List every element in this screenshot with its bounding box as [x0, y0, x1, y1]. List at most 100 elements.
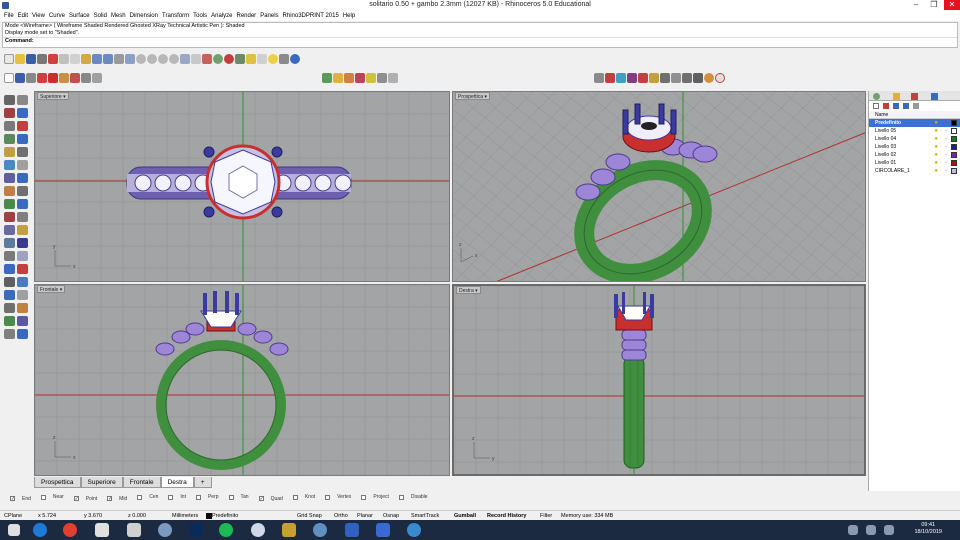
tool-icon[interactable]: [17, 264, 28, 274]
layer-lock-icon[interactable]: ▫: [945, 119, 947, 127]
tool-icon[interactable]: [17, 108, 28, 118]
tool-icon[interactable]: [4, 225, 15, 235]
tools-icon[interactable]: [81, 73, 91, 83]
help-icon[interactable]: [290, 54, 300, 64]
viewport-label-front[interactable]: Frontale ▾: [37, 285, 66, 293]
menu-file[interactable]: File: [4, 11, 14, 21]
menu-render[interactable]: Render: [237, 11, 257, 21]
osnap-checkbox[interactable]: [40, 494, 46, 500]
pan-icon[interactable]: [114, 54, 124, 64]
save-icon[interactable]: [15, 73, 25, 83]
layer-visibility-bulb-icon[interactable]: ●: [934, 127, 938, 135]
osnap-checkbox[interactable]: [325, 494, 331, 500]
menu-tools[interactable]: Tools: [193, 11, 207, 21]
layer-row[interactable]: Livello 03 ● ▫: [869, 143, 960, 151]
rotate-view-icon[interactable]: [125, 54, 135, 64]
import-icon[interactable]: [48, 54, 58, 64]
layer-color-swatch[interactable]: [951, 128, 957, 134]
osnap-perp[interactable]: Perp: [191, 491, 219, 503]
layer-color-swatch[interactable]: [951, 160, 957, 166]
layer-lock-icon[interactable]: ▫: [945, 135, 947, 143]
app-icon[interactable]: [407, 523, 421, 537]
layer-row[interactable]: Livello 04 ● ▫: [869, 135, 960, 143]
osnap-checkbox[interactable]: [168, 494, 174, 500]
minimize-button[interactable]: –: [908, 0, 924, 10]
tool-icon[interactable]: [4, 173, 15, 183]
menu-solid[interactable]: Solid: [94, 11, 107, 21]
tab-destra[interactable]: Destra: [160, 477, 194, 488]
layer-visibility-bulb-icon[interactable]: ●: [934, 151, 938, 159]
light-icon[interactable]: [388, 73, 398, 83]
menu-transform[interactable]: Transform: [162, 11, 189, 21]
menu-analyze[interactable]: Analyze: [211, 11, 232, 21]
network-icon[interactable]: [866, 525, 876, 535]
help-tab-icon[interactable]: [931, 93, 938, 100]
photoshop-icon[interactable]: [189, 523, 203, 537]
printer-icon[interactable]: [693, 73, 703, 83]
tool-icon[interactable]: [4, 316, 15, 326]
mesh-icon[interactable]: [671, 73, 681, 83]
tool-icon[interactable]: [4, 95, 15, 105]
layer-row[interactable]: Predefinito ● ▫: [869, 119, 960, 127]
osnap-int[interactable]: Int: [163, 491, 186, 503]
osnap-checkbox[interactable]: ✓: [258, 496, 264, 502]
layer-color-swatch[interactable]: [951, 168, 957, 174]
menu-curve[interactable]: Curve: [49, 11, 65, 21]
lights-icon[interactable]: [268, 54, 278, 64]
layer-row[interactable]: Livello 05 ● ▫: [869, 127, 960, 135]
camera-icon[interactable]: [682, 73, 692, 83]
material-icon[interactable]: [377, 73, 387, 83]
four-views-icon[interactable]: [180, 54, 190, 64]
tool-icon[interactable]: [17, 95, 28, 105]
layer-visibility-bulb-icon[interactable]: ●: [934, 143, 938, 151]
osnap-cen[interactable]: Cen: [132, 491, 158, 503]
notification-icon[interactable]: [848, 525, 858, 535]
layer-row[interactable]: Livello 02 ● ▫: [869, 151, 960, 159]
tool-icon[interactable]: [17, 212, 28, 222]
file-explorer-icon[interactable]: [282, 523, 296, 537]
osnap-quad[interactable]: ✓ Quad: [254, 493, 283, 505]
properties-icon[interactable]: [257, 54, 267, 64]
save-small-icon[interactable]: [37, 73, 47, 83]
app-icon[interactable]: [251, 523, 265, 537]
zoom-extents-icon[interactable]: [158, 54, 168, 64]
tool-icon[interactable]: [17, 290, 28, 300]
tool-icon[interactable]: [17, 134, 28, 144]
tool-icon[interactable]: [4, 303, 15, 313]
tool-icon[interactable]: [4, 199, 15, 209]
layer-lock-icon[interactable]: ▫: [945, 127, 947, 135]
viewport-label-right[interactable]: Destra ▾: [456, 286, 481, 294]
cut-icon[interactable]: [59, 54, 69, 64]
tool-icon[interactable]: [17, 225, 28, 235]
texture-icon[interactable]: [355, 73, 365, 83]
paint-icon[interactable]: [605, 73, 615, 83]
menu-view[interactable]: View: [32, 11, 45, 21]
tool-icon[interactable]: [4, 121, 15, 131]
viewport-menu-icon[interactable]: ▾: [475, 288, 478, 294]
osnap-checkbox[interactable]: ✓: [10, 496, 15, 502]
tool-icon[interactable]: [17, 251, 28, 261]
tool-icon[interactable]: [17, 277, 28, 287]
spotify-icon[interactable]: [219, 523, 233, 537]
taskbar-clock[interactable]: 09:41 18/10/2019: [914, 522, 942, 536]
layer-lock-icon[interactable]: ▫: [945, 159, 947, 167]
layer-color-swatch[interactable]: [951, 144, 957, 150]
ban-icon[interactable]: [715, 73, 725, 83]
color-icon[interactable]: [366, 73, 376, 83]
paste-icon[interactable]: [81, 54, 91, 64]
boolean-icon[interactable]: [70, 73, 80, 83]
osnap-tan[interactable]: Tan: [224, 491, 249, 503]
tool-icon[interactable]: [17, 173, 28, 183]
environment-icon[interactable]: [649, 73, 659, 83]
tab-superiore[interactable]: Superiore: [80, 477, 123, 488]
new-file-icon[interactable]: [4, 54, 14, 64]
app-icon[interactable]: [158, 523, 172, 537]
viewport-menu-icon[interactable]: ▾: [484, 94, 487, 100]
new-layer-icon[interactable]: [873, 103, 879, 109]
fillet-icon[interactable]: [59, 73, 69, 83]
osnap-checkbox[interactable]: [398, 494, 404, 500]
viewport-front[interactable]: x z Frontale ▾: [34, 284, 450, 476]
tool-icon[interactable]: [4, 290, 15, 300]
thickness-icon[interactable]: [660, 73, 670, 83]
folder-icon[interactable]: [333, 73, 343, 83]
